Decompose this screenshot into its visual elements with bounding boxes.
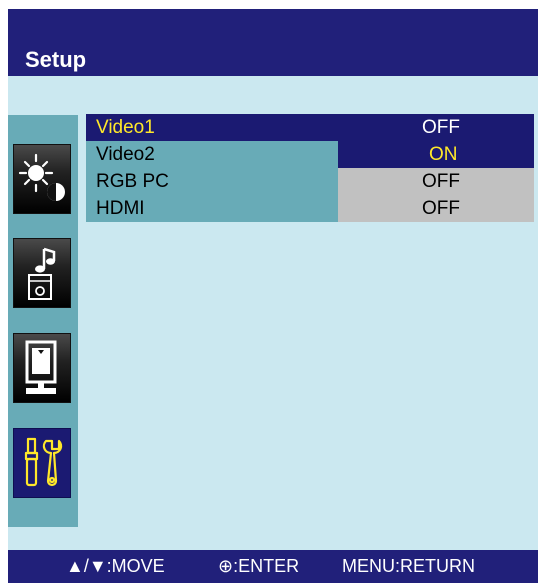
return-hint: MENU:RETURN — [342, 556, 475, 576]
footer-hint-bar: ▲/▼:MOVE ⊕:ENTER MENU:RETURN — [8, 550, 538, 583]
menu-row-label: Video2 — [86, 141, 338, 168]
menu-row-hdmi[interactable]: HDMI OFF — [86, 195, 534, 222]
move-hint: ▲/▼:MOVE — [66, 556, 165, 576]
menu-row-label: Video1 — [86, 114, 338, 141]
input-source-menu: Video1 OFF Video2 ON RGB PC OFF HDMI OFF — [86, 114, 534, 222]
enter-hint: ⊕:ENTER — [218, 556, 300, 576]
brightness-contrast-icon — [18, 153, 65, 201]
sidebar-item-screen[interactable] — [13, 333, 71, 403]
menu-row-label: RGB PC — [86, 168, 338, 195]
menu-row-label: HDMI — [86, 195, 338, 222]
menu-row-video1[interactable]: Video1 OFF — [86, 114, 534, 141]
setup-tools-icon — [24, 437, 63, 487]
sidebar — [8, 115, 78, 527]
menu-row-value[interactable]: OFF — [338, 114, 534, 141]
page-title: Setup — [25, 47, 87, 72]
menu-row-value[interactable]: ON — [338, 141, 534, 168]
pip-screen-icon — [25, 340, 57, 394]
audio-icon — [28, 247, 56, 300]
menu-row-value[interactable]: OFF — [338, 195, 534, 222]
sidebar-item-audio[interactable] — [13, 238, 71, 308]
menu-row-video2[interactable]: Video2 ON — [86, 141, 534, 168]
menu-row-value[interactable]: OFF — [338, 168, 534, 195]
header-bar: Setup — [8, 9, 538, 76]
osd-window: Setup Video1 OFF Video2 ON RGB PC OFF HD… — [8, 9, 538, 583]
menu-row-rgb-pc[interactable]: RGB PC OFF — [86, 168, 534, 195]
sidebar-item-picture[interactable] — [13, 144, 71, 214]
sidebar-item-setup[interactable] — [13, 428, 71, 498]
